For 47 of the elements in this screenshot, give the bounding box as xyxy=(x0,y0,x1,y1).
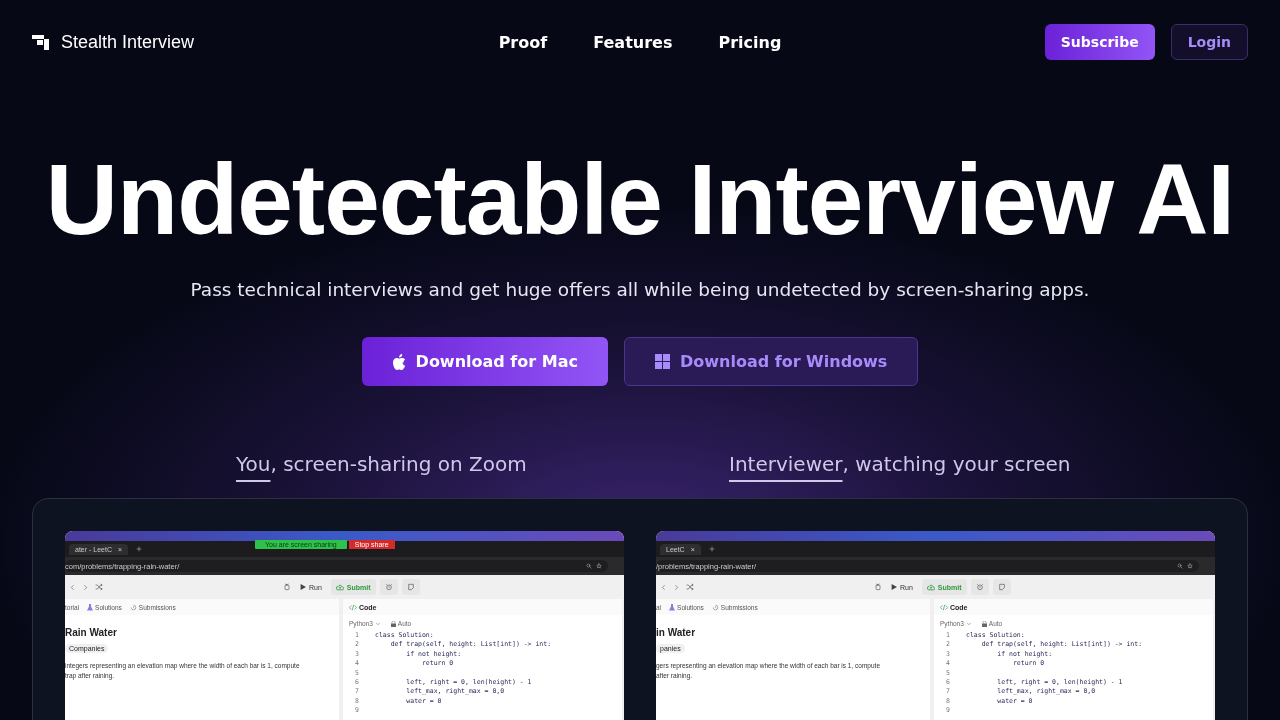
note-icon[interactable] xyxy=(992,579,1011,595)
hero-title: Undetectable Interview AI xyxy=(44,144,1236,254)
search-icon xyxy=(586,563,592,569)
login-button[interactable]: Login xyxy=(1170,24,1248,60)
star-icon xyxy=(596,563,602,569)
nav-link[interactable]: Pricing xyxy=(718,32,782,52)
forward-icon xyxy=(82,583,89,591)
play-icon xyxy=(300,584,306,590)
alarm-icon[interactable] xyxy=(970,579,989,595)
flask-icon xyxy=(87,603,94,611)
star-icon xyxy=(1187,563,1193,569)
shuffle-icon xyxy=(95,583,103,591)
download-button[interactable]: Download for Windows xyxy=(623,337,919,386)
plus-icon xyxy=(708,546,715,552)
chevron-down-icon xyxy=(965,620,972,627)
flask-icon xyxy=(669,603,676,611)
nav-link[interactable]: Features xyxy=(593,32,673,52)
note-icon[interactable] xyxy=(401,579,420,595)
problem-title: Rain Water xyxy=(65,627,118,638)
code-icon xyxy=(940,603,948,611)
history-icon xyxy=(129,603,137,611)
back-icon xyxy=(660,583,667,591)
lock-icon xyxy=(981,620,987,627)
search-icon xyxy=(1177,563,1183,569)
nav-link[interactable]: Proof xyxy=(498,32,548,52)
brand-name[interactable]: Stealth Interview xyxy=(61,31,195,53)
download-button[interactable]: Download for Mac xyxy=(361,337,608,386)
shuffle-icon xyxy=(686,583,694,591)
code-icon xyxy=(349,603,357,611)
lock-icon xyxy=(390,620,396,627)
play-icon xyxy=(891,584,897,590)
debug-icon xyxy=(283,583,291,591)
windows-icon xyxy=(654,354,670,369)
subscribe-button[interactable]: Subscribe xyxy=(1044,24,1155,60)
cloud-upload-icon xyxy=(926,583,935,591)
back-icon xyxy=(69,583,76,591)
plus-icon xyxy=(136,546,143,552)
debug-icon xyxy=(874,583,882,591)
cloud-upload-icon xyxy=(335,583,344,591)
problem-title: in Water xyxy=(656,627,697,638)
hero-subtitle: Pass technical interviews and get huge offers all while being undetected by screen-sharing apps. xyxy=(189,279,1091,301)
history-icon xyxy=(711,603,719,611)
alarm-icon[interactable] xyxy=(379,579,398,595)
forward-icon xyxy=(673,583,680,591)
apple-icon xyxy=(391,353,406,370)
logo-icon xyxy=(32,34,49,50)
chevron-down-icon xyxy=(374,620,381,627)
